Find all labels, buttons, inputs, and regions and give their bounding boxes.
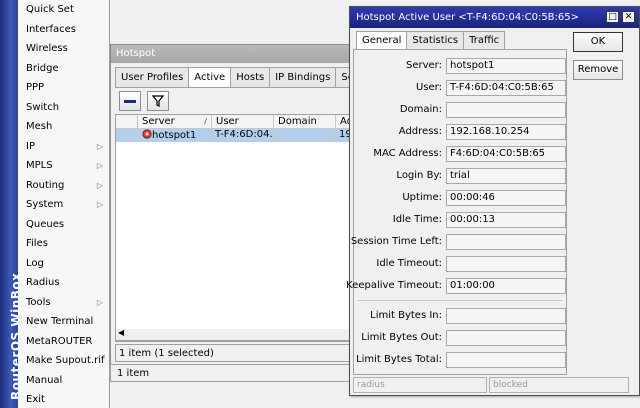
session-time-left-value[interactable] — [446, 234, 566, 250]
menu-item-files[interactable]: Files — [18, 234, 109, 254]
menu-item-ppp[interactable]: PPP — [18, 78, 109, 98]
field-server: Server: hotspot1 — [354, 58, 566, 74]
dialog-status-bar: radius blocked — [353, 377, 635, 393]
field-limit-bytes-total: Limit Bytes Total: — [354, 352, 566, 368]
chevron-right-icon: ▷ — [96, 161, 103, 170]
cell-server: hotspot1 — [138, 129, 212, 142]
general-panel: Server: hotspot1 User: T-F4:6D:04:C0:5B:65… — [346, 49, 567, 375]
hotspot-active-user-dialog: Hotspot Active User <T-F4:6D:04:C0:5B:65… — [346, 6, 640, 396]
field-keepalive-timeout: Keepalive Timeout: 01:00:00 — [346, 278, 566, 294]
column-header-domain[interactable]: Domain — [274, 115, 336, 128]
minus-icon — [124, 99, 136, 103]
chevron-right-icon: ▷ — [96, 141, 103, 151]
close-button[interactable]: ✕ — [622, 11, 635, 23]
login-by-value[interactable]: trial — [446, 168, 566, 184]
domain-value[interactable] — [446, 102, 566, 118]
menu-item-radius[interactable]: Radius — [18, 273, 109, 293]
address-value[interactable]: 192.168.10.254 — [446, 124, 566, 140]
dialog-titlebar[interactable]: Hotspot Active User <T-F4:6D:04:C0:5B:65… — [350, 7, 639, 28]
idle-timeout-value[interactable] — [446, 256, 566, 272]
menu-item-ip[interactable]: IP ▷ — [18, 137, 109, 157]
menu-item-quick-set[interactable]: Quick Set — [18, 0, 109, 20]
tab-statistics[interactable]: Statistics — [406, 31, 465, 49]
server-value[interactable]: hotspot1 — [446, 58, 566, 74]
field-uptime: Uptime: 00:00:46 — [354, 190, 566, 206]
hotspot-user-icon — [142, 129, 152, 139]
menu-item-tools[interactable]: Tools ▷ — [18, 293, 109, 313]
field-mac-address: MAC Address: F4:6D:04:C0:5B:65 — [354, 146, 566, 162]
brand-strip: RouterOS WinBox — [0, 0, 23, 408]
menu-item-exit[interactable]: Exit — [18, 390, 109, 408]
column-header-marker — [116, 115, 138, 128]
column-header-server[interactable]: Server / — [138, 115, 212, 128]
menu-item-new-terminal[interactable]: New Terminal — [18, 312, 109, 332]
limit-bytes-out-value[interactable] — [446, 330, 566, 346]
field-limit-bytes-out: Limit Bytes Out: — [354, 330, 566, 346]
idle-time-value[interactable]: 00:00:13 — [446, 212, 566, 228]
menu-item-metarouter[interactable]: MetaROUTER — [18, 332, 109, 352]
menu-item-log[interactable]: Log — [18, 254, 109, 274]
chevron-right-icon: ▷ — [96, 200, 103, 209]
menu-item-switch[interactable]: Switch — [18, 98, 109, 118]
main-menu: Quick Set Interfaces Wireless Bridge PPP… — [18, 0, 110, 408]
menu-item-interfaces[interactable]: Interfaces — [18, 20, 109, 40]
scroll-left-icon: ◀ — [118, 328, 125, 337]
cell-user: T-F4:6D:04... — [212, 129, 274, 142]
restore-button[interactable]: □ — [606, 11, 619, 23]
ok-button[interactable]: OK — [573, 32, 623, 52]
limit-bytes-in-value[interactable] — [446, 308, 566, 324]
status-radius: radius — [353, 377, 487, 393]
remove-user-button[interactable]: Remove — [573, 60, 623, 80]
menu-item-wireless[interactable]: Wireless — [18, 39, 109, 59]
field-domain: Domain: — [354, 102, 566, 118]
tab-user-profiles[interactable]: User Profiles — [115, 67, 190, 87]
column-header-user[interactable]: User — [212, 115, 274, 128]
row-marker — [116, 129, 138, 142]
status-blocked: blocked — [489, 377, 629, 393]
limit-bytes-total-value[interactable] — [446, 352, 566, 368]
field-login-by: Login By: trial — [354, 168, 566, 184]
menu-item-make-supout[interactable]: Make Supout.rif — [18, 351, 109, 371]
keepalive-timeout-value[interactable]: 01:00:00 — [446, 278, 566, 294]
dialog-tabs: General Statistics Traffic — [356, 31, 506, 50]
tab-hosts[interactable]: Hosts — [230, 67, 271, 87]
user-value[interactable]: T-F4:6D:04:C0:5B:65 — [446, 80, 566, 96]
field-session-time-left: Session Time Left: — [351, 234, 566, 250]
menu-item-bridge[interactable]: Bridge — [18, 59, 109, 79]
close-icon: ✕ — [624, 12, 633, 22]
menu-item-queues[interactable]: Queues — [18, 215, 109, 235]
chevron-right-icon: ▷ — [96, 180, 103, 190]
menu-item-routing[interactable]: Routing ▷ — [18, 176, 109, 196]
remove-button[interactable] — [119, 91, 141, 111]
dialog-title: Hotspot Active User <T-F4:6D:04:C0:5B:65… — [356, 12, 580, 23]
tab-general[interactable]: General — [356, 31, 408, 50]
mac-address-value[interactable]: F4:6D:04:C0:5B:65 — [446, 146, 566, 162]
field-address: Address: 192.168.10.254 — [354, 124, 566, 140]
field-idle-timeout: Idle Timeout: — [354, 256, 566, 272]
cell-domain — [274, 129, 336, 142]
uptime-value[interactable]: 00:00:46 — [446, 190, 566, 206]
menu-item-system[interactable]: System ▷ — [18, 195, 109, 215]
restore-icon: □ — [608, 12, 617, 22]
window-status: 1 item — [110, 364, 350, 382]
field-limit-bytes-in: Limit Bytes In: — [354, 308, 566, 324]
hotspot-title: Hotspot — [116, 48, 156, 59]
menu-item-mesh[interactable]: Mesh — [18, 117, 109, 137]
menu-item-manual[interactable]: Manual — [18, 371, 109, 391]
sort-icon: / — [204, 117, 207, 126]
tab-traffic[interactable]: Traffic — [463, 31, 506, 49]
field-user: User: T-F4:6D:04:C0:5B:65 — [354, 80, 566, 96]
menu-item-mpls[interactable]: MPLS ▷ — [18, 156, 109, 176]
field-idle-time: Idle Time: 00:00:13 — [354, 212, 566, 228]
tab-active[interactable]: Active — [188, 67, 232, 88]
filter-icon — [152, 95, 164, 107]
tab-ip-bindings[interactable]: IP Bindings — [269, 67, 337, 87]
section-divider — [358, 300, 562, 301]
filter-button[interactable] — [147, 91, 169, 111]
chevron-right-icon: ▷ — [96, 297, 103, 307]
